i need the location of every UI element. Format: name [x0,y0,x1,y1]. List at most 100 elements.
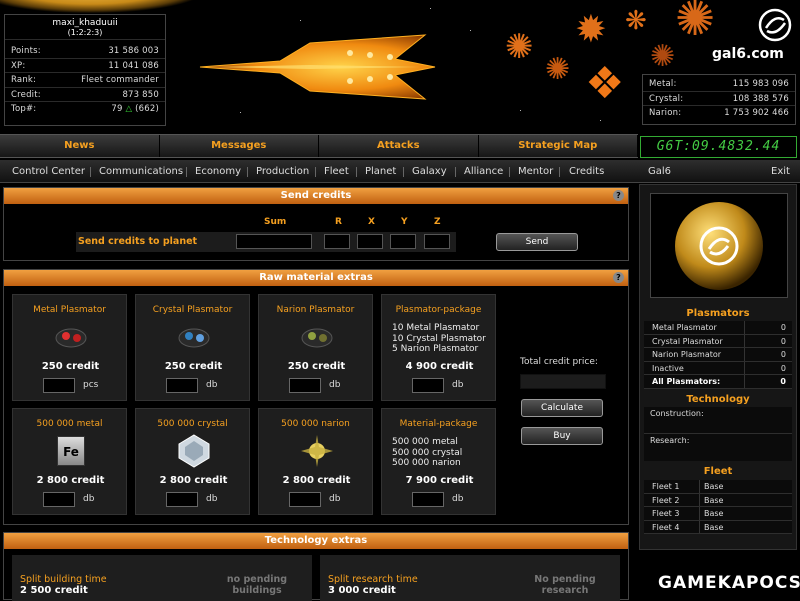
material-package-quantity-input[interactable] [412,492,444,507]
research-label: Research: [650,436,690,445]
technology-title: Technology [686,394,750,405]
split-building-card: Split building time 2 500 credit no pend… [12,555,312,601]
plasmator-row: Metal Plasmator 0 [644,321,792,335]
nav-messages[interactable]: Messages [160,135,319,157]
material-package-card: Material-package 500 000 metal 500 000 c… [381,408,496,515]
metal-pack-quantity-input[interactable] [43,492,75,507]
nav-strategic-map[interactable]: Strategic Map [479,135,638,157]
planet-icon [675,202,763,290]
crystal-plasmator-card: Crystal Plasmator 250 credit db [135,294,250,401]
nav-separator [356,167,357,177]
help-icon[interactable]: ? [613,190,624,201]
send-credits-section: Send credits ? Sum R X Y Z Send credits … [3,187,629,261]
flower-decoration-icon: ❖ [585,58,625,109]
fleet-location: Base [704,495,724,505]
status-line: buildings [232,585,282,596]
buy-button[interactable]: Buy [521,427,603,445]
fleet-name: Fleet 4 [644,520,700,533]
narion-plasmator-quantity-input[interactable] [289,378,321,393]
fleet-row[interactable]: Fleet 4 Base [644,520,792,534]
col-sum-label: Sum [264,217,287,227]
nav-economy[interactable]: Economy [195,160,241,183]
card-price: 250 credit [41,361,100,372]
fleet-title: Fleet [703,466,733,477]
z-input[interactable] [424,234,450,249]
status-line: no pending [226,574,288,585]
package-contents: 10 Metal Plasmator 10 Crystal Plasmator … [392,323,486,355]
technology-extras-section: Technology extras Split building time 2 … [3,532,629,601]
nav-separator [247,167,248,177]
send-button[interactable]: Send [496,233,578,251]
nav-fleet[interactable]: Fleet [324,160,349,183]
resource-label: Narion: [649,108,682,118]
star [520,110,521,111]
fleet-location: Base [704,522,724,532]
fleet-row[interactable]: Fleet 1 Base [644,480,792,494]
package-line: 10 Metal Plasmator [392,323,480,333]
fleet-row[interactable]: Fleet 3 Base [644,507,792,521]
plasmator-package-quantity-input[interactable] [412,378,444,393]
resource-row: Crystal: 108 388 576 [643,92,795,106]
plasmator-package-card: Plasmator-package 10 Metal Plasmator 10 … [381,294,496,401]
x-input[interactable] [357,234,383,249]
resource-value: 108 388 576 [732,93,789,104]
metal-plasmator-quantity-input[interactable] [43,378,75,393]
card-title: Metal Plasmator [33,305,106,315]
nav-separator [186,167,187,177]
nav-alliance[interactable]: Alliance [464,160,503,183]
nav-production[interactable]: Production [256,160,309,183]
planet-frame[interactable] [650,193,788,298]
stat-row: Credit: 873 850 [5,88,165,102]
split-research-label: Split research time [328,574,418,585]
plasmators-table: Metal Plasmator 0 Crystal Plasmator 0 Nari… [644,321,792,389]
nav-galaxy[interactable]: Galaxy [412,160,447,183]
nav-credits[interactable]: Credits [569,160,604,183]
help-icon[interactable]: ? [613,272,624,283]
fleet-row[interactable]: Fleet 2 Base [644,493,792,507]
fleet-name: Fleet 2 [644,493,700,506]
nav-attacks[interactable]: Attacks [319,135,479,157]
card-unit: db [206,494,218,504]
nav-news[interactable]: News [0,135,160,157]
raw-material-section: Raw material extras ? Metal Plasmator 25… [3,269,629,525]
narion-plasmator-card: Narion Plasmator 250 credit db [258,294,373,401]
package-line: 500 000 metal [392,437,458,447]
card-unit: db [206,380,218,390]
split-research-card: Split research time 3 000 credit No pend… [320,555,620,601]
stat-value: 11 041 086 [108,60,159,71]
nav-separator [403,167,404,177]
nav-gal6[interactable]: Gal6 [648,160,671,183]
nav-mentor[interactable]: Mentor [518,160,553,183]
sum-input[interactable] [236,234,312,249]
section-header: Raw material extras ? [4,270,628,286]
narion-pack-quantity-input[interactable] [289,492,321,507]
section-title: Send credits [280,190,352,201]
star [300,20,301,21]
metal-plasmator-card: Metal Plasmator 250 credit pcs [12,294,127,401]
flower-decoration-icon: ✺ [505,27,534,67]
crystal-plasmator-quantity-input[interactable] [166,378,198,393]
plasmator-count: 0 [744,321,792,334]
calculate-button[interactable]: Calculate [521,399,603,417]
card-title: Material-package [399,419,478,429]
nav-exit[interactable]: Exit [771,160,790,183]
section-title: Technology extras [264,535,368,546]
technology-box: Construction: Research: [644,407,792,461]
fleet-name: Fleet 1 [644,480,700,493]
plasmator-row: Crystal Plasmator 0 [644,334,792,348]
nav-control-center[interactable]: Control Center [12,160,85,183]
card-price: 250 credit [164,361,223,372]
nav-communications[interactable]: Communications [99,160,183,183]
crystal-pack-card: 500 000 crystal 2 800 credit db [135,408,250,515]
status-line: No pending [534,574,596,585]
nav-planet[interactable]: Planet [365,160,396,183]
nav-separator [315,167,316,177]
crystal-pack-quantity-input[interactable] [166,492,198,507]
r-input[interactable] [324,234,350,249]
y-input[interactable] [390,234,416,249]
resources-panel: Metal: 115 983 096 Crystal: 108 388 576 Na… [642,74,796,125]
plasmator-count: 0 [744,361,792,374]
game-clock: G6T:09.4832.44 [640,136,797,158]
nav-separator [90,167,91,177]
star [430,8,431,9]
